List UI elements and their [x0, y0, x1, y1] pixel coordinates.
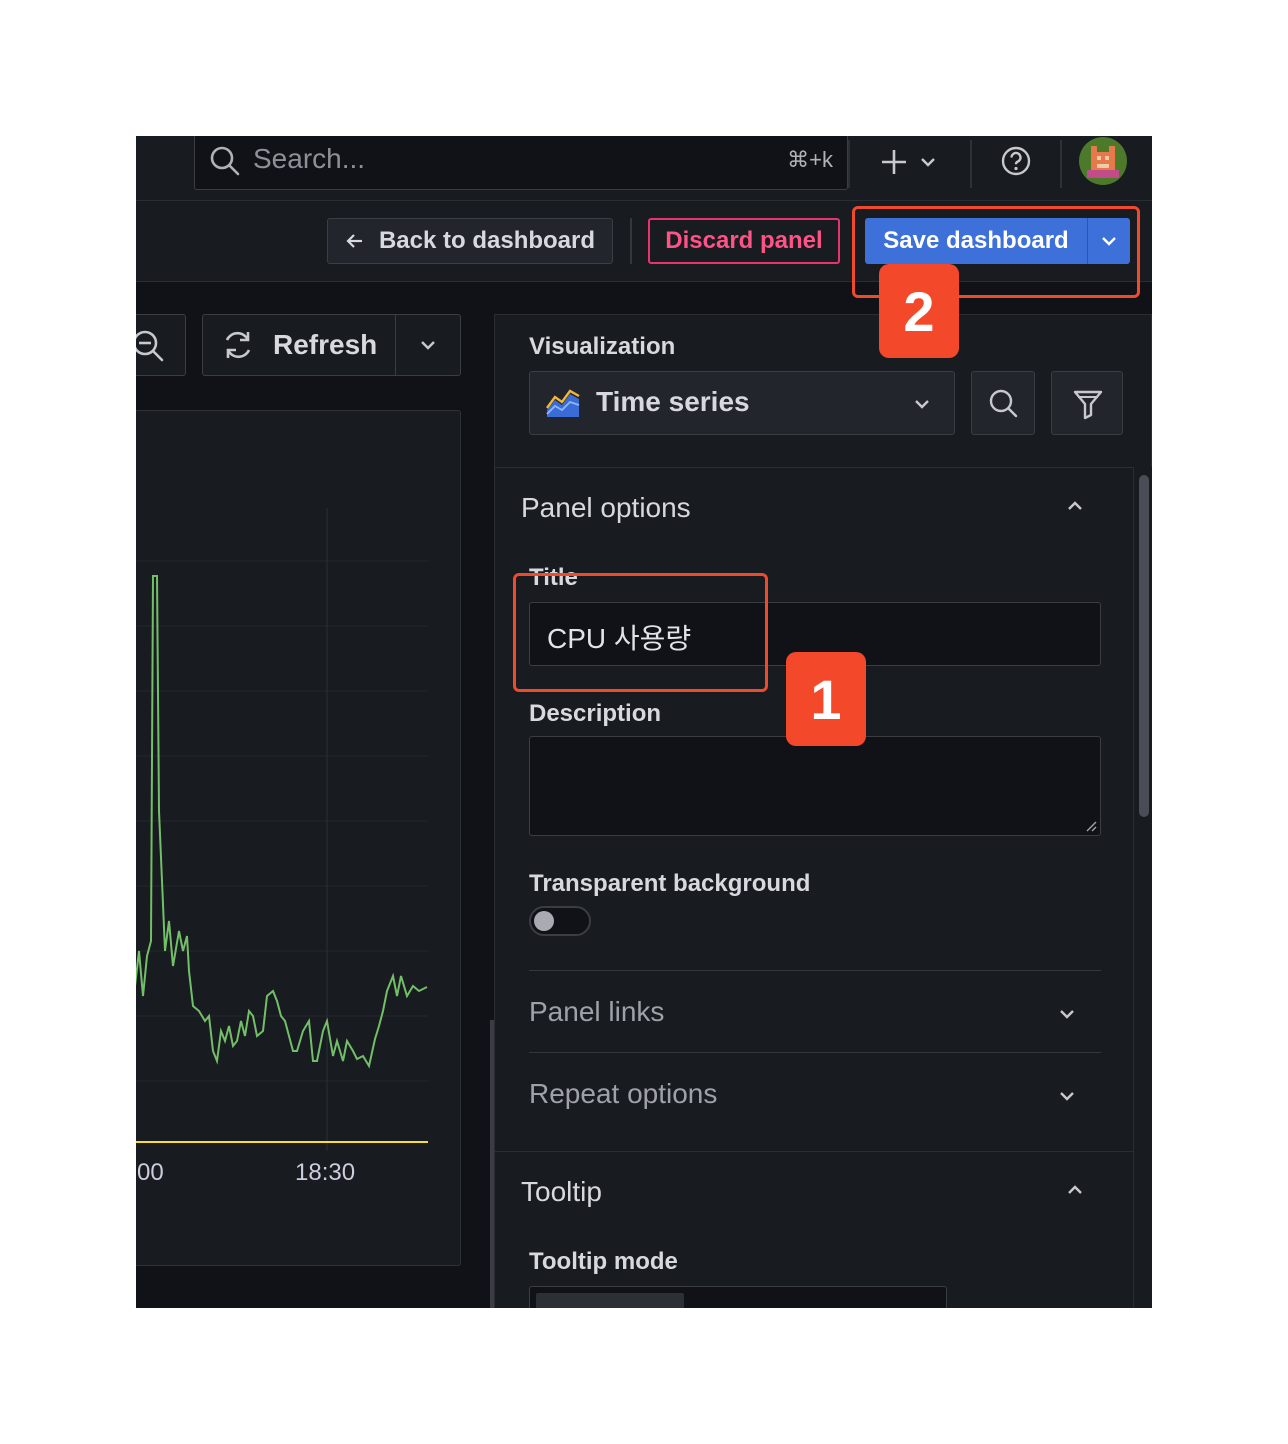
search-shortcut: ⌘+k — [787, 147, 833, 172]
refresh-interval-button[interactable] — [395, 314, 461, 376]
tooltip-mode-selected-option[interactable] — [536, 1293, 684, 1308]
chevron-down-icon — [915, 400, 929, 409]
plus-icon — [882, 150, 906, 174]
transparent-background-label: Transparent background — [529, 870, 811, 897]
refresh-button[interactable]: Refresh — [202, 314, 396, 376]
annotation-badge-1: 1 — [786, 652, 866, 746]
search-visualization-button[interactable] — [971, 371, 1035, 435]
visualization-picker[interactable]: Time series — [529, 371, 955, 435]
refresh-icon — [225, 331, 251, 359]
grafana-panel-editor: Search... ⌘+k Back to dashboard Discard … — [136, 136, 1152, 1308]
chevron-up-icon[interactable] — [1067, 1184, 1083, 1196]
time-series-chart — [136, 508, 428, 1151]
tooltip-title[interactable]: Tooltip — [521, 1176, 602, 1208]
arrow-left-icon — [346, 234, 362, 248]
annotation-highlight-title — [513, 573, 768, 692]
chevron-down-icon[interactable] — [1059, 1090, 1075, 1102]
filter-options-button[interactable] — [1051, 371, 1123, 435]
top-bar: Search... ⌘+k — [136, 136, 1152, 201]
help-icon[interactable] — [1000, 145, 1032, 177]
description-label: Description — [529, 700, 662, 727]
chevron-up-icon[interactable] — [1067, 500, 1083, 512]
options-scrollbar-thumb[interactable] — [1139, 475, 1149, 817]
resize-handle-icon[interactable] — [1085, 820, 1097, 832]
search-box[interactable]: Search... ⌘+k — [194, 136, 848, 190]
x-tick-label: 18:30 — [295, 1159, 356, 1186]
panel-links-title[interactable]: Panel links — [529, 996, 664, 1028]
panel-preview: 00 18:30 — [136, 410, 461, 1266]
tooltip-section: Tooltip Tooltip mode — [495, 1152, 1133, 1308]
new-menu-button[interactable] — [874, 142, 944, 184]
discard-panel-button[interactable]: Discard panel — [648, 218, 840, 264]
user-avatar[interactable] — [1078, 136, 1128, 186]
filter-icon — [1073, 390, 1103, 420]
panel-options-title[interactable]: Panel options — [521, 492, 691, 524]
description-textarea[interactable] — [529, 736, 1101, 836]
back-to-dashboard-button[interactable]: Back to dashboard — [327, 218, 613, 264]
panel-options-section: Panel options Title CPU 사용량 Description … — [495, 468, 1133, 1152]
visualization-label: Visualization — [529, 333, 676, 360]
chevron-down-icon — [421, 341, 435, 350]
tooltip-mode-radio-group[interactable] — [529, 1286, 947, 1308]
search-icon — [210, 146, 240, 176]
repeat-options-title[interactable]: Repeat options — [529, 1078, 717, 1110]
transparent-background-toggle[interactable] — [529, 906, 591, 936]
time-series-icon — [546, 389, 580, 417]
zoom-out-icon — [136, 330, 164, 362]
refresh-label: Refresh — [273, 329, 378, 360]
search-icon — [989, 389, 1018, 418]
chevron-down-icon[interactable] — [1059, 1008, 1075, 1020]
zoom-out-button[interactable] — [136, 314, 186, 376]
back-to-dashboard-label: Back to dashboard — [378, 227, 596, 254]
annotation-badge-2: 2 — [879, 264, 959, 358]
panel-options-pane: Visualization Time series Panel options … — [494, 314, 1152, 1308]
chevron-down-icon — [921, 158, 935, 167]
options-scrollbar-track[interactable] — [1133, 467, 1152, 1308]
search-input[interactable]: Search... — [253, 143, 365, 175]
tooltip-mode-label: Tooltip mode — [529, 1248, 678, 1275]
x-tick-label: 00 — [137, 1159, 164, 1186]
visualization-value: Time series — [596, 386, 750, 417]
